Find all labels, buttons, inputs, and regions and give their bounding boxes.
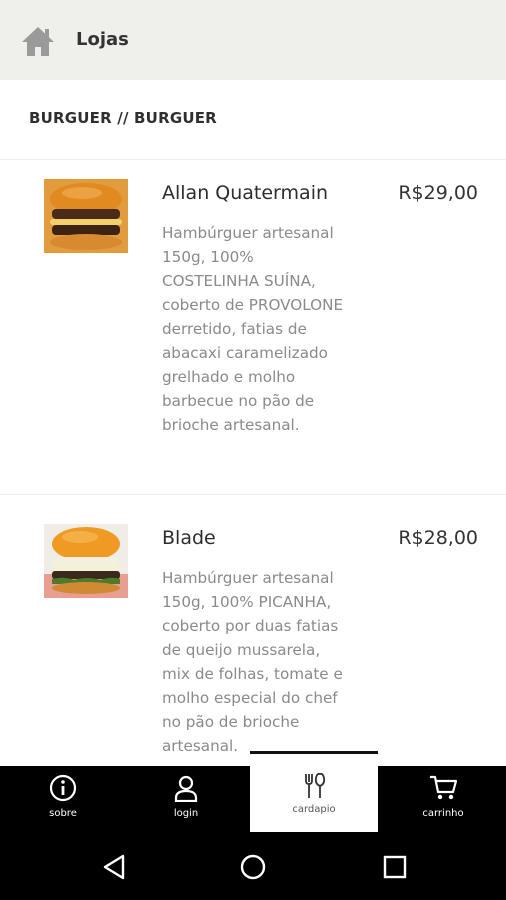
item-price: R$29,00 <box>398 182 478 204</box>
menu-item[interactable]: Allan Quatermain R$29,00 Hambúrguer arte… <box>0 160 506 494</box>
home-circle-icon[interactable] <box>239 853 267 881</box>
bottom-nav: sobre login cardapio carrinho <box>0 754 506 834</box>
info-icon <box>49 774 77 802</box>
nav-item-login[interactable]: login <box>123 766 249 834</box>
page-title: Lojas <box>76 29 129 50</box>
nav-label: sobre <box>49 808 77 819</box>
item-description: Hambúrguer artesanal 150g, 100% PICANHA,… <box>162 569 343 755</box>
nav-label: carrinho <box>422 808 464 819</box>
nav-label: login <box>173 808 199 819</box>
nav-item-carrinho[interactable]: carrinho <box>380 766 506 834</box>
user-icon <box>174 775 198 802</box>
back-icon[interactable] <box>100 853 128 881</box>
product-image[interactable] <box>44 524 128 598</box>
product-image[interactable] <box>44 179 128 253</box>
nav-item-cardapio[interactable]: cardapio <box>250 754 378 832</box>
item-name: Allan Quatermain <box>162 182 329 204</box>
menu-item[interactable]: Blade R$28,00 Hambúrguer artesanal 150g,… <box>0 495 506 765</box>
item-description: Hambúrguer artesanal 150g, 100% COSTELIN… <box>162 224 344 434</box>
item-price: R$28,00 <box>398 527 478 549</box>
app-header: Lojas <box>0 0 506 80</box>
nav-label: cardapio <box>292 804 336 815</box>
cutlery-icon <box>305 772 326 798</box>
item-name: Blade <box>162 527 216 549</box>
home-icon[interactable] <box>20 24 56 58</box>
recents-icon[interactable] <box>381 853 409 881</box>
cart-icon <box>430 775 458 800</box>
nav-item-sobre[interactable]: sobre <box>0 766 126 834</box>
system-nav-bar <box>0 834 506 900</box>
breadcrumb: BURGUER // BURGUER <box>29 109 217 127</box>
